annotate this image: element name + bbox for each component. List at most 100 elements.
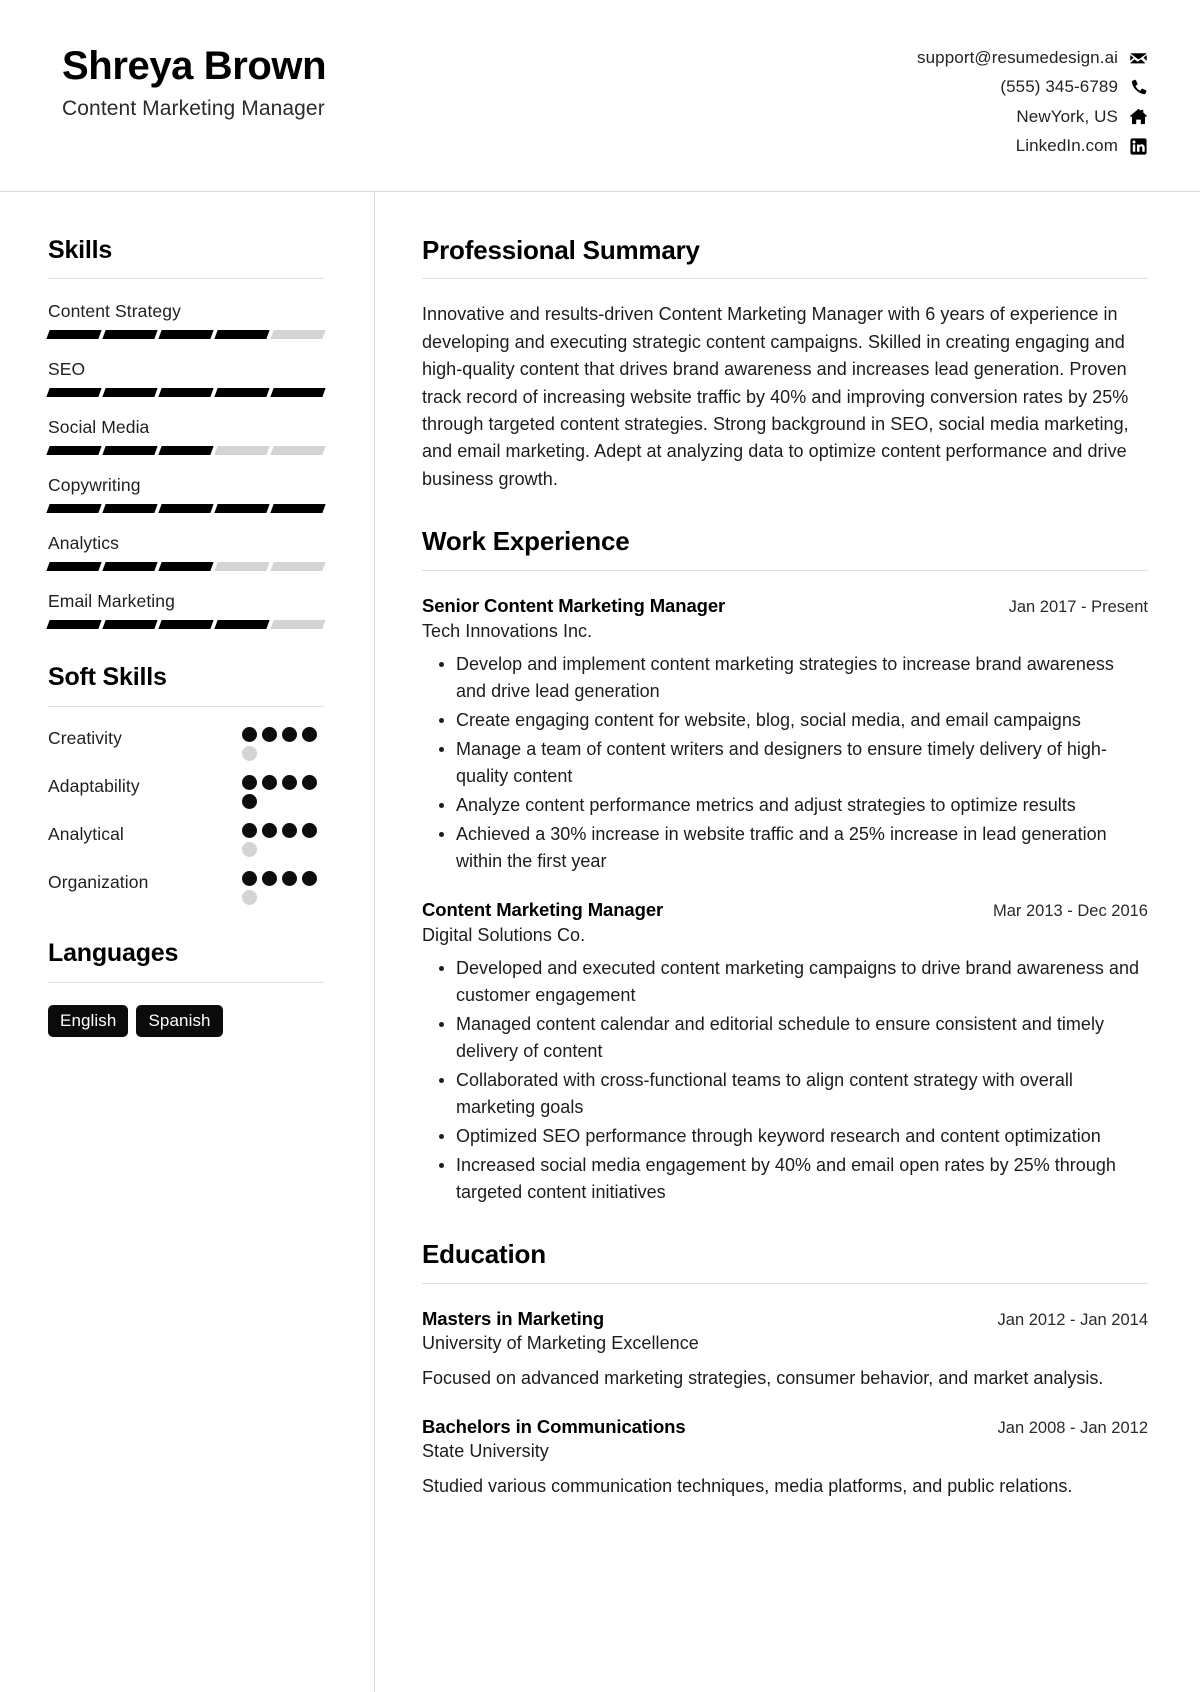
job-bullet: Achieved a 30% increase in website traff… xyxy=(422,821,1148,875)
education-list: Masters in Marketing Jan 2012 - Jan 2014 U… xyxy=(422,1308,1148,1500)
skill-level-bar xyxy=(46,562,326,572)
skill-level-bar xyxy=(46,620,326,630)
job-bullet: Collaborated with cross-functional teams… xyxy=(422,1067,1148,1121)
skill-bar-segment xyxy=(270,562,326,572)
education-description: Studied various communication techniques… xyxy=(422,1475,1073,1496)
skill-bar-segment xyxy=(102,562,158,572)
skills-section: Skills Content Strategy SEO Social Media Co… xyxy=(46,236,326,630)
skill-bar-segment xyxy=(102,330,158,340)
soft-skill-label: Creativity xyxy=(48,728,122,749)
education-entry-header: Bachelors in Communications Jan 2008 - Ja… xyxy=(422,1416,1148,1438)
skill-label: SEO xyxy=(48,359,86,380)
skill-item: Analytics xyxy=(46,533,326,572)
education-divider xyxy=(422,1282,1148,1284)
skill-bar-segment xyxy=(270,330,326,340)
languages-divider xyxy=(48,981,324,983)
education-section: Education Masters in Marketing Jan 2012 -… xyxy=(422,1238,1148,1500)
degree-title: Masters in Marketing xyxy=(422,1307,605,1329)
skill-level-bar xyxy=(46,446,326,456)
work-entry: Senior Content Marketing Manager Jan 2017… xyxy=(422,595,1148,875)
job-company: Tech Innovations Inc. xyxy=(422,620,593,641)
contact-row[interactable]: LinkedIn.com xyxy=(1016,136,1148,156)
skill-bar-segment xyxy=(270,504,326,514)
skill-bar-segment xyxy=(270,388,326,398)
education-entry: Bachelors in Communications Jan 2008 - Ja… xyxy=(422,1416,1148,1500)
job-bullet: Optimized SEO performance through keywor… xyxy=(422,1123,1148,1150)
soft-skill-label: Adaptability xyxy=(48,776,140,797)
contact-row[interactable]: NewYork, US xyxy=(1016,107,1148,127)
contact-text: NewYork, US xyxy=(1016,106,1118,126)
school-name: State University xyxy=(422,1440,549,1461)
skill-bar-segment xyxy=(102,504,158,514)
rating-dot xyxy=(262,775,277,791)
education-entry-header: Masters in Marketing Jan 2012 - Jan 2014 xyxy=(422,1308,1148,1330)
job-bullet-list: Develop and implement content marketing … xyxy=(422,651,1148,875)
skill-bar-segment xyxy=(46,620,102,630)
skill-bar-segment xyxy=(270,446,326,456)
rating-dot xyxy=(242,794,257,810)
skill-bar-segment xyxy=(158,446,214,456)
language-tag[interactable]: English xyxy=(48,1004,129,1038)
candidate-name: Shreya Brown xyxy=(62,44,327,88)
education-heading: Education xyxy=(422,1238,546,1269)
skills-divider xyxy=(48,278,324,280)
job-bullet: Create engaging content for website, blo… xyxy=(422,707,1148,734)
resume-header: Shreya Brown Content Marketing Manager s… xyxy=(0,0,1200,192)
job-title: Content Marketing Manager xyxy=(422,898,664,920)
soft-skill-item: Organization xyxy=(48,871,324,906)
skill-level-bar xyxy=(46,330,326,340)
work-heading: Work Experience xyxy=(422,525,630,556)
contact-text: support@resumedesign.ai xyxy=(917,48,1118,67)
soft-skills-divider xyxy=(48,706,324,708)
contact-text: LinkedIn.com xyxy=(1015,136,1118,156)
job-company: Digital Solutions Co. xyxy=(422,924,586,945)
soft-skill-label: Analytical xyxy=(48,824,124,845)
summary-divider xyxy=(422,278,1148,280)
soft-skill-rating xyxy=(242,823,324,858)
skill-bar-segment xyxy=(158,620,214,630)
contact-list: support@resumedesign.ai (555) 345-6789 New… xyxy=(917,38,1148,157)
skill-bar-segment xyxy=(46,388,102,398)
rating-dot xyxy=(282,775,297,791)
skill-item: Email Marketing xyxy=(46,591,326,630)
skill-bar-segment xyxy=(158,330,214,340)
skill-label: Social Media xyxy=(48,417,150,438)
soft-skills-list: Creativity Adaptability Analytical Organiza… xyxy=(48,727,324,906)
rating-dot xyxy=(282,823,297,839)
job-title: Senior Content Marketing Manager xyxy=(422,594,726,616)
contact-row[interactable]: support@resumedesign.ai xyxy=(917,48,1148,68)
skill-bar-segment xyxy=(214,562,270,572)
identity-block: Shreya Brown Content Marketing Manager xyxy=(62,38,327,121)
job-bullet: Managed content calendar and editorial s… xyxy=(422,1011,1148,1065)
rating-dot xyxy=(282,727,297,743)
skill-item: SEO xyxy=(46,359,326,398)
skill-bar-segment xyxy=(214,504,270,514)
rating-dot xyxy=(262,727,277,743)
soft-skill-rating xyxy=(242,727,324,762)
skill-bar-segment xyxy=(102,620,158,630)
rating-dot xyxy=(302,823,317,839)
candidate-role: Content Marketing Manager xyxy=(62,96,325,120)
job-date-range: Mar 2013 - Dec 2016 xyxy=(992,901,1148,920)
main-column: Professional Summary Innovative and resu… xyxy=(375,192,1200,1692)
skills-list: Content Strategy SEO Social Media Copywriti… xyxy=(46,301,326,630)
rating-dot xyxy=(302,727,317,743)
rating-dot xyxy=(242,842,257,858)
language-tag-list: English Spanish xyxy=(48,1004,324,1038)
soft-skill-item: Creativity xyxy=(48,727,324,762)
work-entry-header: Senior Content Marketing Manager Jan 2017… xyxy=(422,595,1148,617)
rating-dot xyxy=(302,871,317,887)
soft-skill-label: Organization xyxy=(48,872,149,893)
contact-row[interactable]: (555) 345-6789 xyxy=(1000,77,1148,97)
work-section: Work Experience Senior Content Marketing… xyxy=(422,525,1148,1206)
skill-item: Content Strategy xyxy=(46,301,326,340)
skill-bar-segment xyxy=(158,388,214,398)
degree-date-range: Jan 2012 - Jan 2014 xyxy=(997,1310,1148,1329)
job-bullet-list: Developed and executed content marketing… xyxy=(422,955,1148,1206)
resume-page: Shreya Brown Content Marketing Manager s… xyxy=(0,0,1200,1692)
skill-item: Social Media xyxy=(46,417,326,456)
language-tag[interactable]: Spanish xyxy=(136,1004,223,1038)
rating-dot xyxy=(242,727,257,743)
rating-dot xyxy=(242,890,257,906)
rating-dot xyxy=(302,775,317,791)
